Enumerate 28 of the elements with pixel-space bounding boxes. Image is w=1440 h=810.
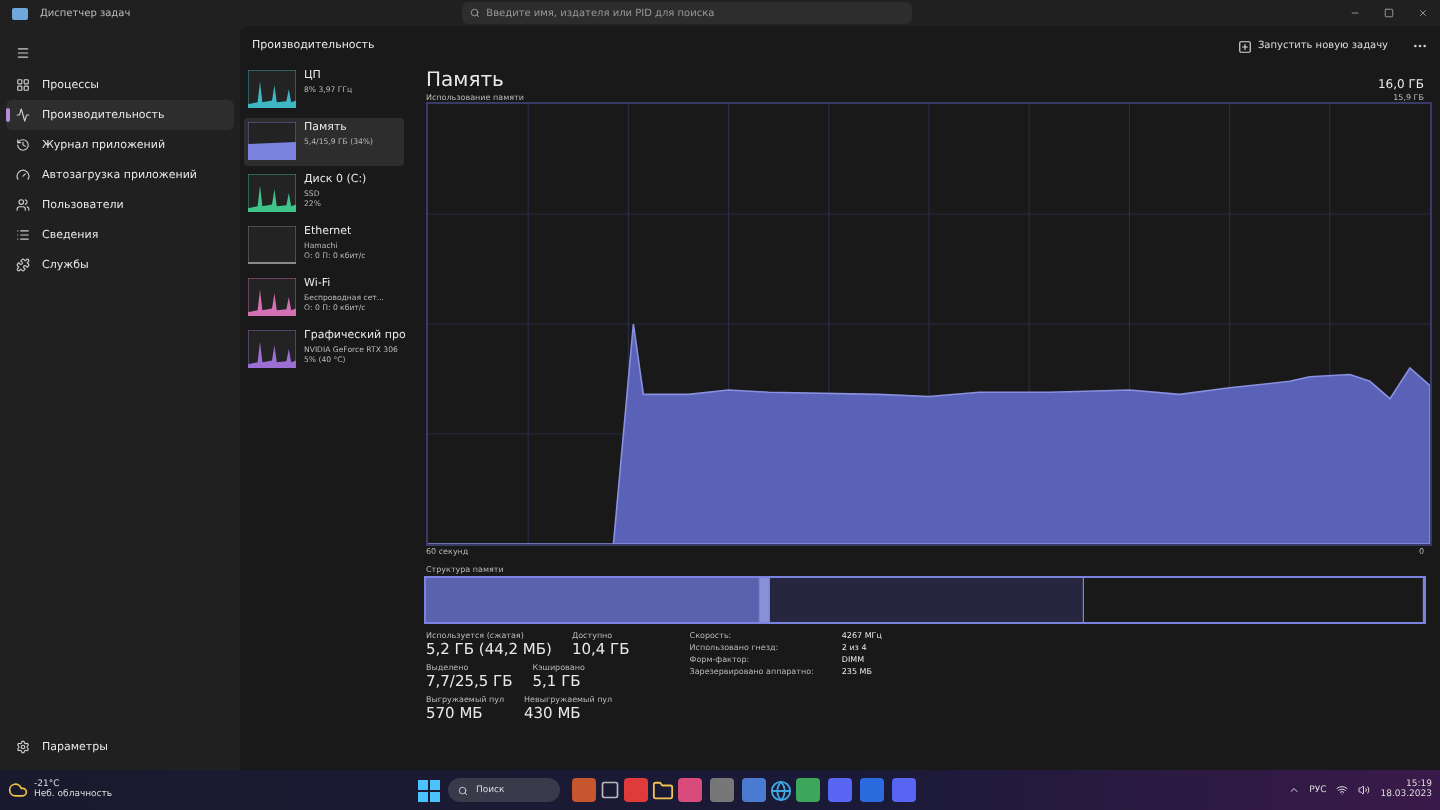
folder-icon[interactable] (652, 779, 674, 801)
settings-icon (16, 740, 30, 754)
nav-icon (16, 138, 30, 152)
weather-icon[interactable] (8, 780, 28, 800)
usage-thumbnail (248, 330, 296, 368)
usage-thumbnail (248, 226, 296, 264)
search-icon (470, 8, 481, 18)
memory-title: Память (426, 70, 504, 92)
browser-icon[interactable] (770, 779, 792, 801)
nav-icon (16, 78, 30, 92)
maximize-icon[interactable] (1384, 8, 1394, 18)
volume-icon[interactable] (1358, 784, 1371, 796)
new-task-icon (1237, 39, 1252, 53)
usage-thumbnail (248, 122, 296, 160)
start-icon[interactable] (418, 779, 440, 801)
usage-thumbnail (248, 278, 296, 316)
menu-icon[interactable] (16, 45, 30, 59)
nav-icon (16, 198, 30, 212)
wifi-icon[interactable] (1336, 784, 1349, 796)
nav-icon (16, 258, 30, 272)
usage-thumbnail (248, 70, 296, 108)
minimize-icon[interactable] (1350, 8, 1360, 18)
nav-icon (16, 228, 30, 242)
search-icon (458, 785, 468, 795)
usage-thumbnail (248, 174, 296, 212)
nav-icon (16, 108, 30, 122)
task-view-icon[interactable] (600, 780, 620, 800)
nav-icon (16, 168, 30, 182)
